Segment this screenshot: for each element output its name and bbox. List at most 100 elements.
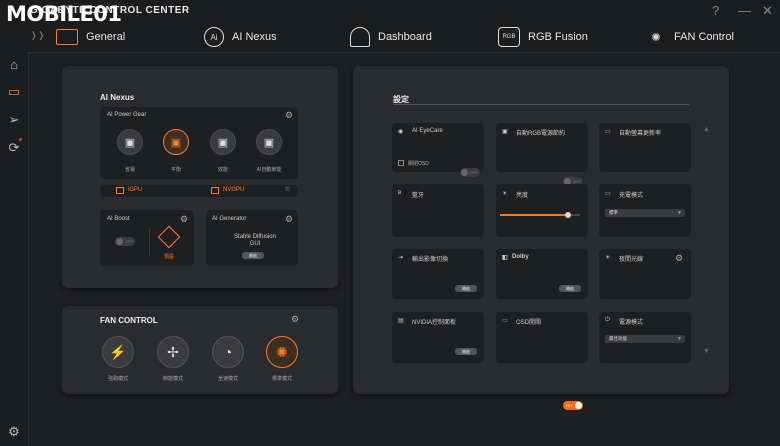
standard-mode-button[interactable]: ✺ <box>266 336 298 368</box>
refresh-rate-label: 自動螢幕更新率 <box>619 131 662 137</box>
turbo-mode-button[interactable]: ⚡ <box>102 336 134 368</box>
fan-blade-icon: ✢ <box>167 343 179 360</box>
ai-generator-title: AI Generator <box>212 216 247 222</box>
fan-control-title: FAN CONTROL <box>100 316 158 325</box>
battery-icon: ▭ <box>605 191 611 197</box>
divider <box>393 104 689 105</box>
dolby-open-button[interactable]: 開啟 <box>559 285 581 292</box>
toggle-knob <box>116 238 123 245</box>
sync-icon[interactable]: ⟳ <box>6 140 22 156</box>
ai-auto-mode-button[interactable]: ▣ <box>256 129 282 155</box>
rgb-power-label: 自動RGB電源節約 <box>516 131 566 137</box>
balanced-mode-button[interactable]: ▣ <box>163 129 189 155</box>
settings-icon[interactable]: ⚙ <box>6 424 22 440</box>
osd-tile <box>496 312 588 363</box>
help-icon[interactable]: ? <box>712 3 719 18</box>
notification-dot <box>19 138 22 141</box>
osd-icon: ▭ <box>502 318 508 324</box>
display-output-open-button[interactable]: 開啟 <box>455 285 477 292</box>
select-value: 最佳效能 <box>609 336 627 341</box>
tab-label: FAN Control <box>674 31 734 43</box>
gauge-icon <box>350 27 370 47</box>
tab-label: AI Nexus <box>232 31 277 43</box>
dolby-icon: ◧ <box>502 255 508 261</box>
chip-icon: ▣ <box>124 136 136 149</box>
send-icon[interactable]: ➢ <box>6 112 22 128</box>
igpu-option[interactable]: iGPU <box>128 187 142 193</box>
ai-generator-line1: Stable Diffusion <box>234 234 276 240</box>
tab-label: General <box>86 31 126 43</box>
toggle-state: ON <box>566 403 572 408</box>
fan-mode-label: 強勁模式 <box>107 376 128 382</box>
chevron-down-icon: ▼ <box>677 336 682 342</box>
igpu-icon <box>116 187 124 194</box>
power-gear-title: AI Power Gear <box>107 112 147 118</box>
tab-dashboard[interactable]: Dashboard <box>350 22 432 52</box>
gpu-switch-icon[interactable]: ▥ <box>285 186 290 192</box>
gear-icon[interactable]: ⚙ <box>675 253 683 264</box>
output-icon: ⇥ <box>398 255 404 261</box>
laptop-icon <box>56 29 78 45</box>
mode-label: 平衡 <box>170 167 181 173</box>
fan-icon: ✺ <box>276 343 288 360</box>
select-value: 標準 <box>609 210 618 215</box>
ai-eyecare-toggle[interactable]: OFF <box>460 168 480 177</box>
bluetooth-label: 藍牙 <box>412 193 425 199</box>
gear-icon[interactable]: ⚙ <box>180 214 188 225</box>
eco-mode-button[interactable]: ✢ <box>157 336 189 368</box>
display-output-label: 輸出影像切換 <box>412 257 449 263</box>
nvidia-label: NVIDIA控制面板 <box>412 320 457 326</box>
charge-mode-label: 充電模式 <box>619 193 644 199</box>
chip-icon: ▣ <box>263 136 275 149</box>
chevron-down-icon: ▼ <box>677 210 682 216</box>
gear-icon[interactable]: ⚙ <box>285 214 293 225</box>
osd-label: OSD開關 <box>516 320 542 326</box>
performance-mode-button[interactable]: ▣ <box>210 129 236 155</box>
home-icon[interactable]: ⌂ <box>6 56 22 72</box>
brightness-tile <box>496 184 588 237</box>
plug-icon: ⏻ <box>605 317 610 323</box>
fan-mode-label: 節能模式 <box>162 376 183 382</box>
ai-generator-open-button[interactable]: 開啟 <box>242 252 264 259</box>
tab-rgb-fusion[interactable]: RGB RGB Fusion <box>498 22 588 52</box>
power-save-mode-button[interactable]: ▣ <box>117 129 143 155</box>
tab-label: Dashboard <box>378 31 432 43</box>
rgb-icon: RGB <box>498 27 520 47</box>
osd-toggle[interactable]: ON <box>563 401 583 410</box>
close-icon[interactable]: ✕ <box>762 3 773 19</box>
lightning-icon: ⚡ <box>109 343 127 360</box>
tab-general[interactable]: General <box>56 22 125 52</box>
rgb-icon: ▣ <box>502 129 508 135</box>
monitor-icon[interactable]: ▭ <box>6 84 22 100</box>
gear-icon[interactable]: ⚙ <box>285 110 293 121</box>
ai-icon: Ai <box>204 27 224 47</box>
tab-ai-nexus[interactable]: Ai AI Nexus <box>204 22 277 52</box>
power-mode-select[interactable]: 最佳效能 ▼ <box>605 335 685 343</box>
ai-boost-title: AI Boost <box>107 216 130 222</box>
gear-icon[interactable]: ⚙ <box>291 314 299 325</box>
tab-fan-control[interactable]: ✺ FAN Control <box>646 22 734 52</box>
scroll-up-icon[interactable]: ▲ <box>703 126 710 133</box>
tab-label: RGB Fusion <box>528 31 588 43</box>
nvgpu-icon <box>211 187 219 194</box>
nvgpu-option[interactable]: NVGPU <box>223 187 244 193</box>
ai-eyecare-label: AI EyeCare <box>412 128 443 134</box>
bluetooth-icon: ʙ <box>398 190 402 196</box>
mode-label: 效能 <box>217 167 228 173</box>
mode-label: 省電 <box>124 167 135 173</box>
toggle-state: OFF <box>125 239 133 244</box>
display-icon: ▭ <box>605 129 611 135</box>
charge-mode-select[interactable]: 標準 ▼ <box>605 209 685 217</box>
ai-nexus-title: AI Nexus <box>100 93 135 102</box>
minimize-icon[interactable]: — <box>738 3 751 18</box>
nvidia-open-button[interactable]: 開啟 <box>455 348 477 355</box>
collapse-icon[interactable]: ❭❭ <box>30 30 45 41</box>
brightness-slider-handle[interactable] <box>565 212 571 218</box>
sun-icon: ☀ <box>502 191 508 197</box>
brightness-fill <box>500 214 568 216</box>
ai-boost-toggle[interactable]: OFF <box>115 237 135 246</box>
scroll-down-icon[interactable]: ▼ <box>703 348 710 355</box>
full-speed-mode-button[interactable]: ◔ <box>212 336 244 368</box>
bluetooth-tile <box>392 184 484 237</box>
osd-checkbox[interactable] <box>398 160 404 166</box>
